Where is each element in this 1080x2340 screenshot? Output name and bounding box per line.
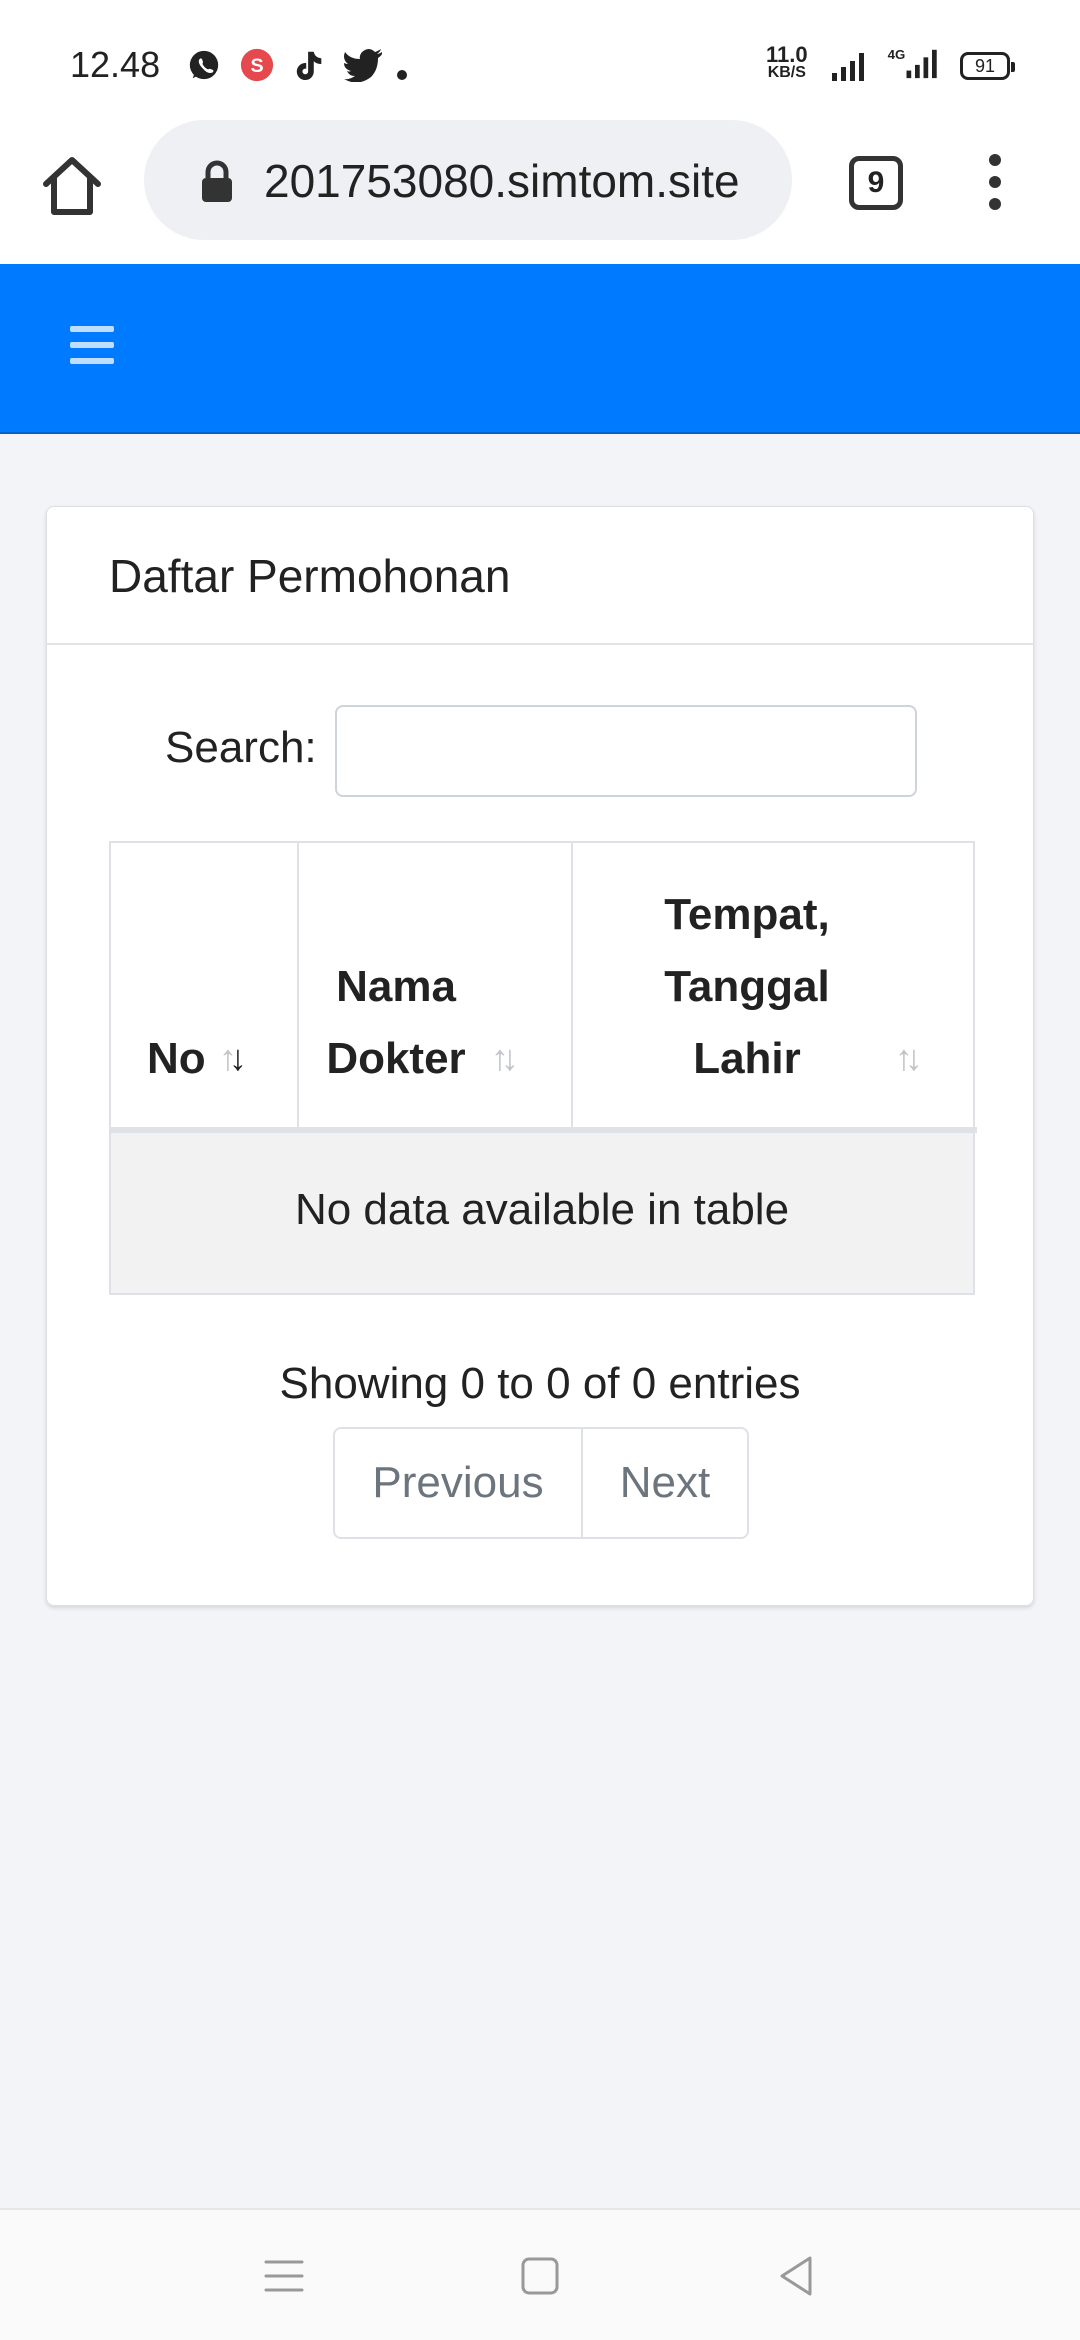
column-header-nama-dokter[interactable]: Nama Dokter ↑↓ — [299, 843, 573, 1133]
whatsapp-icon — [189, 50, 219, 80]
sort-icon: ↑↓ — [895, 1037, 923, 1078]
status-time: 12.48 — [70, 44, 161, 85]
tiktok-icon — [296, 51, 322, 81]
tab-switcher-button[interactable]: 9 — [849, 156, 903, 210]
address-bar[interactable]: 201753080.simtom.site — [144, 120, 792, 240]
sort-descending-icon: ↑↓ — [219, 1037, 247, 1078]
system-navigation-bar — [0, 2208, 1080, 2340]
battery-icon: 91 — [960, 52, 1015, 80]
pagination: Previous Next — [333, 1427, 749, 1539]
search-label: Search: — [165, 723, 317, 772]
more-menu-icon[interactable] — [980, 154, 1010, 214]
signal-4g-icon: 4G — [888, 47, 937, 79]
previous-page-button[interactable]: Previous — [335, 1429, 583, 1537]
network-speed: 11.0 KB/S — [766, 42, 808, 82]
twitter-icon — [344, 49, 382, 82]
column-header-tempat-tanggal-lahir[interactable]: Tempat, Tanggal Lahir ↑↓ — [573, 843, 977, 1133]
status-bar: 12.48 S 11.0 KB/S 4G 91 — [0, 0, 1080, 120]
next-page-button[interactable]: Next — [583, 1429, 747, 1537]
applications-card: Daftar Permohonan Search: No ↑↓ Nama Dok… — [46, 506, 1034, 1606]
network-type-label: 4G — [888, 47, 906, 62]
column-header-label: Nama Dokter — [326, 962, 466, 1083]
s-app-icon: S — [240, 48, 274, 82]
network-speed-value: 11.0 — [766, 42, 808, 67]
top-navbar — [0, 264, 1080, 434]
table-row: No data available in table — [111, 1133, 973, 1293]
column-header-label: Tempat, Tanggal Lahir — [664, 890, 830, 1083]
card-header: Daftar Permohonan — [47, 507, 1033, 645]
card-title: Daftar Permohonan — [109, 550, 511, 602]
url-value: 201753080.simtom.site — [264, 155, 740, 207]
network-speed-unit: KB/S — [767, 64, 806, 81]
empty-table-message: No data available in table — [294, 1185, 790, 1234]
url-text[interactable]: 201753080.simtom.site — [264, 154, 764, 210]
signal-icon — [832, 53, 864, 81]
dot-icon — [397, 70, 407, 80]
recent-apps-icon[interactable] — [262, 2254, 306, 2298]
search-input[interactable] — [335, 705, 917, 797]
sort-icon: ↑↓ — [491, 1037, 519, 1078]
column-header-label: No — [147, 1034, 206, 1083]
lock-icon — [202, 160, 232, 202]
home-icon[interactable] — [36, 150, 108, 222]
column-header-no[interactable]: No ↑↓ — [111, 843, 299, 1133]
browser-toolbar: 201753080.simtom.site 9 — [0, 120, 1080, 265]
data-table: No ↑↓ Nama Dokter ↑↓ Tempat, Tanggal Lah… — [109, 841, 977, 1295]
table-info: Showing 0 to 0 of 0 entries — [279, 1359, 801, 1408]
svg-text:S: S — [250, 55, 263, 77]
home-nav-icon[interactable] — [518, 2254, 562, 2298]
back-icon[interactable] — [774, 2254, 818, 2298]
hamburger-menu-icon[interactable] — [70, 326, 114, 366]
